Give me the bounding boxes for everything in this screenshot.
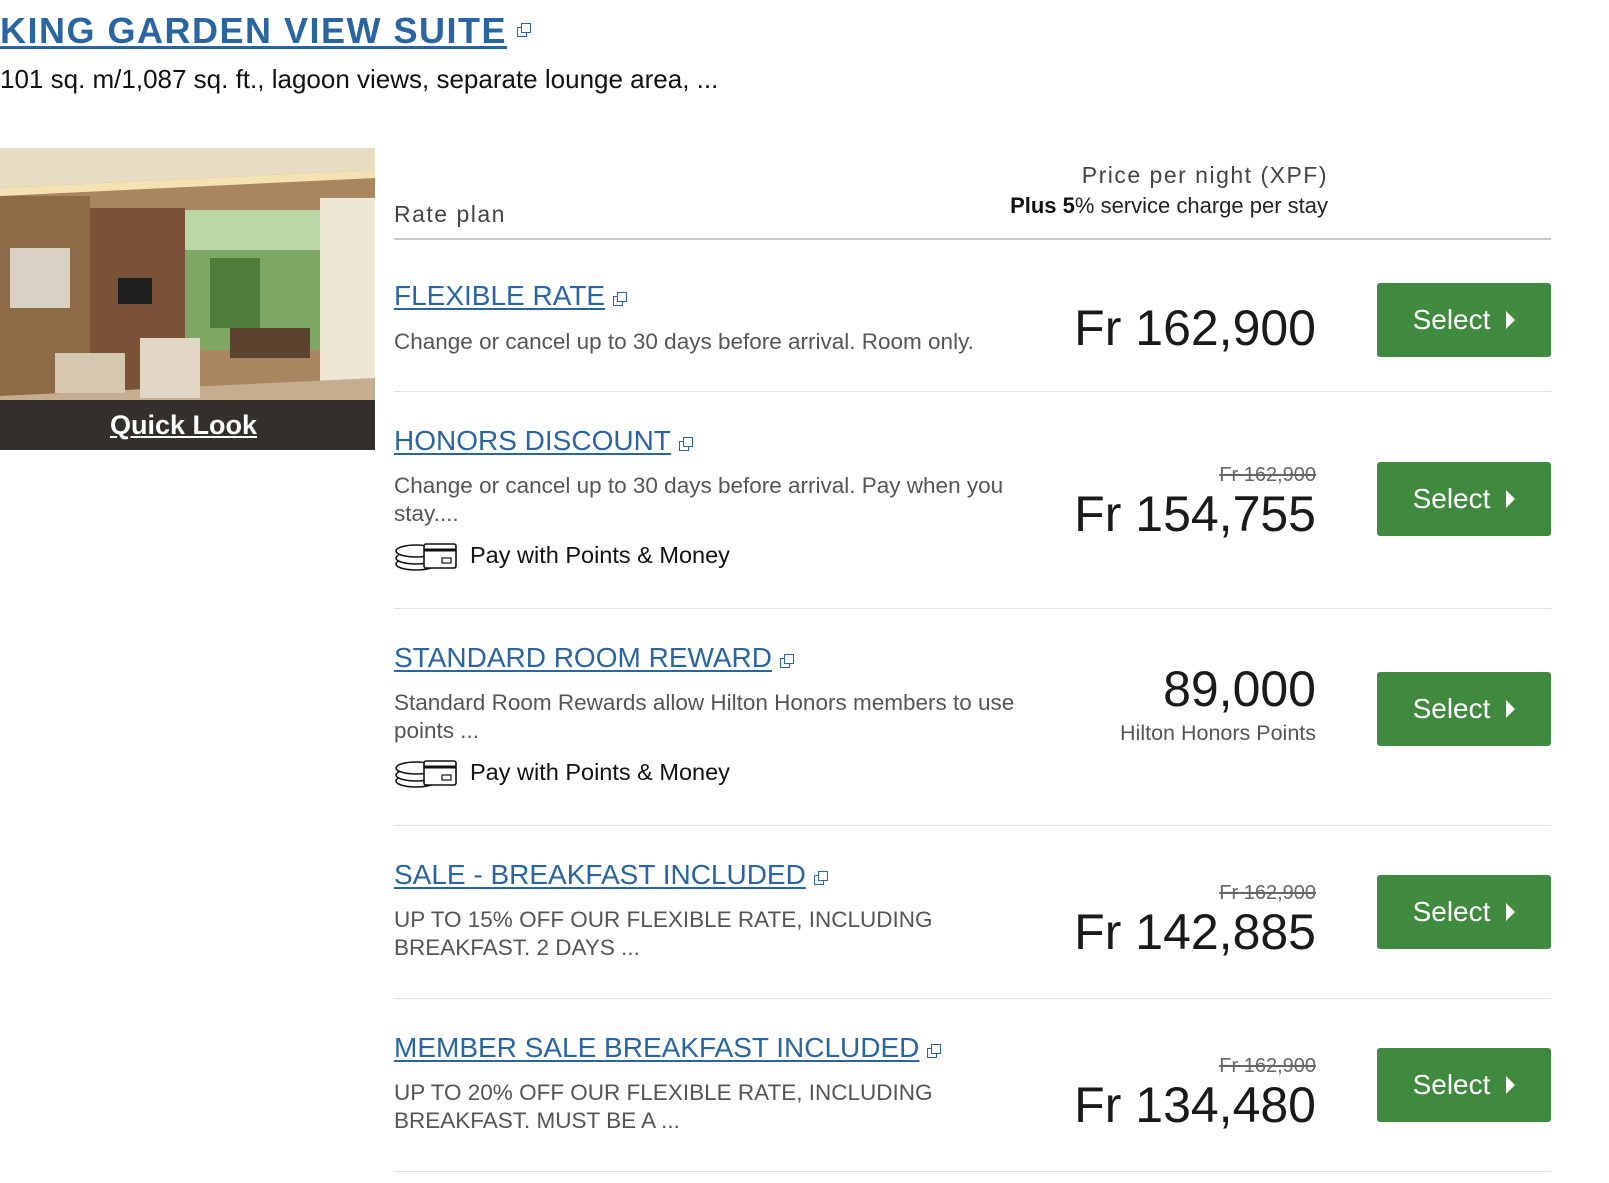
original-price: Fr 162,900 [1219,464,1316,486]
points-price: 89,000 [1163,661,1316,717]
price-header: Price per night (XPF) Plus 5% service ch… [1010,162,1328,219]
room-rates-page: KING GARDEN VIEW SUITE 101 sq. m/1,087 s… [0,0,1609,1183]
rate-name-link[interactable]: STANDARD ROOM REWARD [394,642,794,674]
service-charge-note: Plus 5% service charge per stay [1010,193,1328,219]
price: Fr 142,885 [1074,904,1316,960]
rate-description: Change or cancel up to 30 days before ar… [394,473,1004,526]
rate-name-link[interactable]: FLEXIBLE RATE [394,280,628,312]
caret-right-icon [1506,700,1516,718]
original-price: Fr 162,900 [1219,882,1316,904]
price-block: Fr 162,900 [1074,300,1316,356]
price: Fr 154,755 [1074,486,1316,542]
rate-name-text: FLEXIBLE RATE [394,280,606,311]
price: Fr 134,480 [1074,1077,1316,1133]
price-per-night-label: Price per night (XPF) [1081,162,1328,188]
original-price: Fr 162,900 [1219,1055,1316,1077]
external-link-icon [813,870,828,885]
rate-row-flexible: FLEXIBLE RATE Change or cancel up to 30 … [394,240,1551,392]
rate-description: UP TO 20% OFF OUR FLEXIBLE RATE, INCLUDI… [394,1080,933,1133]
rate-name-text: SALE - BREAKFAST INCLUDED [394,859,806,890]
rate-name-link[interactable]: SALE - BREAKFAST INCLUDED [394,859,828,891]
pay-with-points-label: Pay with Points & Money [470,541,730,568]
select-button-label: Select [1412,693,1491,724]
select-button[interactable]: Select [1377,462,1551,536]
rate-description: Standard Room Rewards allow Hilton Honor… [394,690,1015,743]
rate-description: Change or cancel up to 30 days before ar… [394,329,974,354]
pay-with-points-label: Pay with Points & Money [470,758,730,785]
rate-name-text: HONORS DISCOUNT [394,425,671,456]
external-link-icon [613,291,628,306]
rate-name-text: STANDARD ROOM REWARD [394,642,772,673]
caret-right-icon [1506,903,1516,921]
caret-right-icon [1506,311,1516,329]
pay-with-points[interactable]: Pay with Points & Money [394,538,730,572]
rate-row-standard-room-reward: STANDARD ROOM REWARD Standard Room Rewar… [394,609,1551,826]
price: Fr 162,900 [1074,300,1316,356]
rate-row-member-sale-breakfast: MEMBER SALE BREAKFAST INCLUDED UP TO 20%… [394,999,1551,1172]
select-button[interactable]: Select [1377,283,1551,357]
external-link-icon [517,23,532,38]
rate-row-honors-discount: HONORS DISCOUNT Change or cancel up to 3… [394,392,1551,609]
price-block: Fr 162,900 Fr 134,480 [1074,1055,1316,1133]
external-link-icon [678,436,693,451]
rate-plan-header: Rate plan [394,201,506,227]
pay-with-points[interactable]: Pay with Points & Money [394,755,730,789]
price-block: 89,000 Hilton Honors Points [1120,661,1316,746]
quick-look-bar: Quick Look [0,400,375,450]
select-button-label: Select [1412,1069,1491,1100]
select-button-label: Select [1412,483,1491,514]
select-button[interactable]: Select [1377,1048,1551,1122]
rate-description: UP TO 15% OFF OUR FLEXIBLE RATE, INCLUDI… [394,907,933,960]
select-button-label: Select [1412,304,1491,335]
caret-right-icon [1506,1076,1516,1094]
select-button[interactable]: Select [1377,672,1551,746]
rate-table-header: Rate plan Price per night (XPF) Plus 5% … [394,160,1551,240]
room-title-link[interactable]: KING GARDEN VIEW SUITE [0,10,532,52]
rate-row-sale-breakfast: SALE - BREAKFAST INCLUDED UP TO 15% OFF … [394,826,1551,999]
coins-card-icon [395,760,457,788]
rate-table: Rate plan Price per night (XPF) Plus 5% … [394,160,1551,1172]
points-label: Hilton Honors Points [1120,721,1316,745]
select-button-label: Select [1412,896,1491,927]
room-photo[interactable]: Quick Look [0,148,375,450]
rate-name-link[interactable]: HONORS DISCOUNT [394,425,693,457]
external-link-icon [927,1043,942,1058]
room-title-text: KING GARDEN VIEW SUITE [0,10,508,51]
price-block: Fr 162,900 Fr 154,755 [1074,464,1316,542]
price-block: Fr 162,900 Fr 142,885 [1074,882,1316,960]
caret-right-icon [1506,490,1516,508]
rate-name-link[interactable]: MEMBER SALE BREAKFAST INCLUDED [394,1032,942,1064]
coins-card-icon [395,543,457,571]
room-description: 101 sq. m/1,087 sq. ft., lagoon views, s… [0,64,719,94]
service-charge-bold: Plus 5 [1010,193,1075,218]
quick-look-link[interactable]: Quick Look [110,410,257,441]
external-link-icon [780,653,794,668]
rate-name-text: MEMBER SALE BREAKFAST INCLUDED [394,1032,920,1063]
select-button[interactable]: Select [1377,875,1551,949]
service-charge-text: % service charge per stay [1074,193,1328,218]
